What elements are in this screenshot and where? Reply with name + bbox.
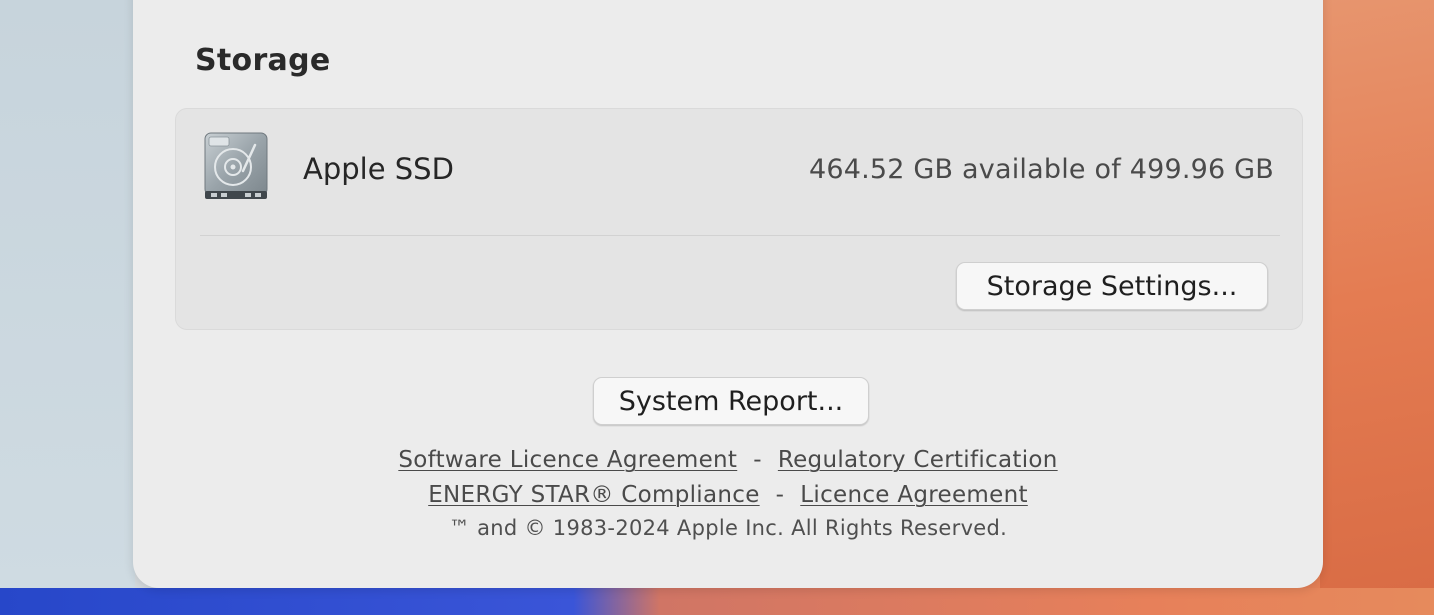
desktop-background-left [0,0,135,590]
legal-links-row-1: Software Licence Agreement - Regulatory Ce… [133,447,1323,473]
disk-available-space: 464.52 GB available of 499.96 GB [808,154,1274,185]
regulatory-certification-link[interactable]: Regulatory Certification [778,447,1058,473]
dock-area [0,588,1434,615]
link-separator: - [775,482,785,508]
copyright-text: ™ and © 1983-2024 Apple Inc. All Rights … [448,516,1008,540]
system-report-button[interactable]: System Report... [593,377,869,425]
group-divider [200,235,1280,236]
licence-agreement-link[interactable]: Licence Agreement [800,482,1028,508]
storage-section-title: Storage [195,43,331,78]
software-licence-agreement-link[interactable]: Software Licence Agreement [398,447,737,473]
energy-star-compliance-link[interactable]: ENERGY STAR® Compliance [428,482,759,508]
settings-window: Storage Apple SSD 464.52 GB available of… [133,0,1323,588]
link-separator: - [753,447,762,473]
disk-name: Apple SSD [303,152,454,186]
desktop-background-right [1320,0,1434,590]
legal-links-row-2: ENERGY STAR® Compliance - Licence Agreemen… [133,482,1323,508]
storage-group: Apple SSD 464.52 GB available of 499.96 … [175,108,1303,330]
storage-settings-button[interactable]: Storage Settings... [956,262,1268,310]
hard-drive-icon [203,131,269,201]
